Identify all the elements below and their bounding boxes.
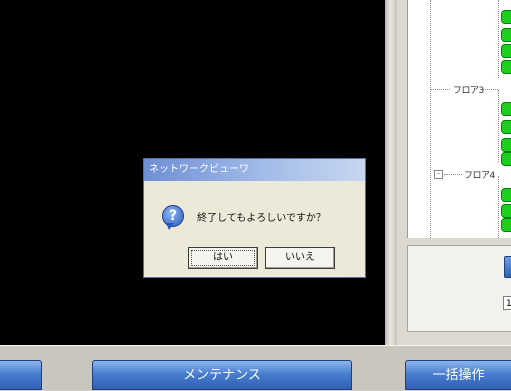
dialog-titlebar[interactable]: ネットワークビューワ (144, 159, 365, 181)
tree-item-floor4[interactable]: フロア4 (464, 168, 495, 181)
device-node[interactable] (501, 10, 511, 24)
yes-button[interactable]: はい (188, 247, 258, 269)
node-group-floor3 (498, 90, 511, 166)
device-node[interactable] (501, 44, 511, 58)
no-button[interactable]: いいえ (265, 247, 335, 269)
tree-branch (444, 174, 462, 176)
device-node[interactable] (501, 138, 511, 152)
toolbar-button-left[interactable] (0, 360, 42, 390)
maintenance-button[interactable]: メンテナンス (92, 360, 352, 390)
device-node[interactable] (501, 152, 511, 166)
node-group-top (498, 0, 511, 78)
confirm-exit-dialog: ネットワークビューワ ? 終了してもよろしいですか？ はい いいえ (143, 158, 366, 278)
node-group-floor4 (498, 176, 511, 238)
device-tree[interactable]: フロア3 - フロア4 (407, 0, 511, 238)
control-box: 1 (407, 245, 511, 332)
device-node[interactable] (501, 188, 511, 202)
tree-branch (483, 89, 498, 91)
question-icon-tail (166, 223, 174, 230)
right-panel: フロア3 - フロア4 1 (397, 0, 511, 345)
device-node[interactable] (501, 60, 511, 74)
tree-expander[interactable]: - (434, 170, 443, 179)
tree-line (430, 0, 432, 238)
device-node[interactable] (501, 204, 511, 218)
tree-item-floor3[interactable]: フロア3 (453, 83, 484, 96)
device-node[interactable] (501, 28, 511, 42)
tree-branch (430, 89, 450, 91)
bottom-toolbar: メンテナンス 一括操作 (0, 345, 511, 390)
splitter[interactable] (385, 0, 397, 345)
number-input[interactable]: 1 (503, 296, 511, 310)
dialog-message: 終了してもよろしいですか？ (197, 213, 326, 224)
action-button-partial[interactable] (504, 256, 511, 278)
device-node[interactable] (501, 102, 511, 116)
device-node[interactable] (501, 218, 511, 232)
batch-operation-button[interactable]: 一括操作 (405, 360, 511, 390)
device-node[interactable] (501, 120, 511, 134)
